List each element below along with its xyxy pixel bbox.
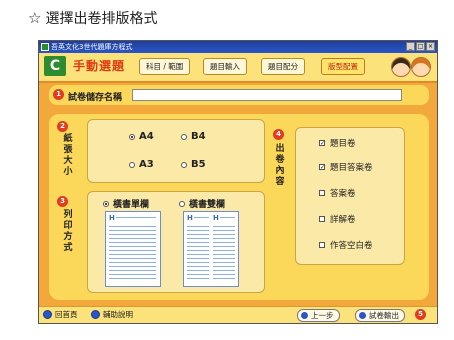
radio-icon — [129, 161, 135, 168]
home-icon — [43, 310, 52, 319]
tab-layout-config[interactable]: 版型配置 — [321, 58, 365, 75]
print-option-double-column[interactable]: 橫書雙欄 — [179, 197, 225, 210]
prev-step-button[interactable]: 上一步 — [297, 309, 340, 322]
paper-option-b4[interactable]: B4 — [181, 131, 206, 142]
heading-text: 選擇出卷排版格式 — [45, 11, 158, 27]
tab-score-allocation[interactable]: 題目配分 — [261, 58, 305, 75]
step-badge-5: 5 — [415, 309, 426, 320]
paper-size-box — [87, 119, 265, 183]
maximize-button[interactable]: □ — [416, 42, 425, 51]
single-column-preview-image: H — [105, 211, 161, 287]
tab-question-input[interactable]: 題目輸入 — [203, 58, 247, 75]
app-window: 吾英文化3世代題庫方程式 _ □ × C 手動選題 科目 / 範圍 題目輸入 題… — [38, 40, 438, 324]
filename-input[interactable] — [132, 89, 402, 101]
print-mode-label: 列印方式 — [63, 210, 73, 253]
paper-option-a4[interactable]: A4 — [129, 131, 154, 142]
help-button[interactable]: 輔助說明 — [91, 309, 133, 320]
content-label: 出卷內容 — [275, 144, 285, 187]
step-badge-1: 1 — [53, 89, 64, 100]
window-title: 吾英文化3世代題庫方程式 — [51, 43, 133, 51]
title-bar: 吾英文化3世代題庫方程式 _ □ × — [39, 41, 437, 53]
checkbox-checked-icon: ✓ — [319, 164, 326, 171]
window-controls: _ □ × — [406, 42, 435, 51]
radio-icon — [181, 161, 187, 168]
step-badge-3: 3 — [57, 196, 68, 207]
close-button[interactable]: × — [426, 42, 435, 51]
page-heading: ☆ 選擇出卷排版格式 — [28, 8, 157, 28]
checkbox-icon — [319, 190, 325, 196]
radio-icon — [103, 200, 109, 207]
toolbar: C 手動選題 科目 / 範圍 題目輸入 題目配分 版型配置 — [39, 53, 437, 83]
print-option-single-column[interactable]: 橫書單欄 — [103, 197, 149, 210]
export-paper-button[interactable]: 試卷輸出 — [355, 309, 405, 322]
paper-option-a3[interactable]: A3 — [129, 159, 154, 170]
double-column-preview-image: H H — [183, 211, 239, 287]
step-badge-2: 2 — [57, 121, 68, 132]
girl-face-icon — [411, 57, 431, 77]
paper-option-b5[interactable]: B5 — [181, 159, 206, 170]
radio-icon — [181, 133, 187, 140]
checkbox-icon — [319, 216, 325, 222]
back-arrow-icon — [301, 312, 308, 319]
home-button[interactable]: 回首頁 — [43, 309, 78, 320]
mascot-icon — [389, 54, 433, 78]
minimize-button[interactable]: _ — [406, 42, 415, 51]
content-option-answer-paper[interactable]: 答案卷 — [319, 187, 356, 199]
app-title: 手動選題 — [73, 59, 126, 73]
filename-label: 試卷儲存名稱 — [68, 93, 123, 103]
checkbox-icon — [319, 242, 325, 248]
app-logo: C — [44, 56, 66, 76]
checkbox-checked-icon: ✓ — [319, 140, 326, 147]
radio-icon — [129, 133, 135, 140]
export-icon — [359, 312, 366, 319]
step-badge-4: 4 — [273, 129, 284, 140]
status-bar: 回首頁 輔助說明 上一步 試卷輸出 5 — [39, 306, 437, 323]
boy-face-icon — [391, 57, 411, 77]
content-option-explanation-paper[interactable]: 詳解卷 — [319, 213, 356, 225]
app-icon — [41, 43, 49, 51]
radio-icon — [179, 200, 185, 207]
paper-size-label: 紙張大小 — [63, 134, 73, 177]
help-icon — [91, 310, 100, 319]
star-icon: ☆ — [28, 9, 42, 27]
tab-subject-range[interactable]: 科目 / 範圍 — [139, 58, 191, 75]
content-option-blank-answer-paper[interactable]: 作答空白卷 — [319, 239, 373, 251]
content-option-question-paper[interactable]: ✓ 題目卷 — [319, 137, 356, 149]
content-option-question-answer-paper[interactable]: ✓ 題目答案卷 — [319, 161, 373, 173]
